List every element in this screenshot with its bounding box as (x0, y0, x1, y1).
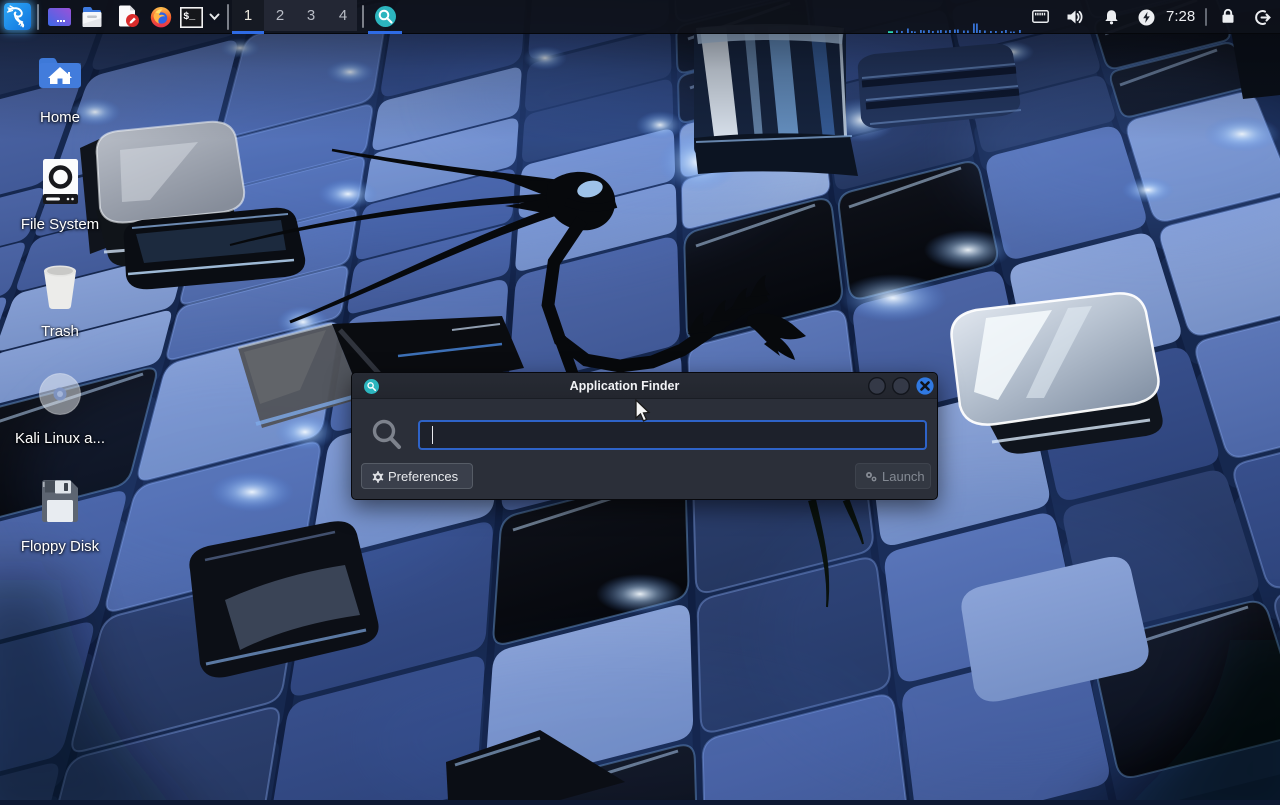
svg-text:$_: $_ (183, 11, 196, 23)
